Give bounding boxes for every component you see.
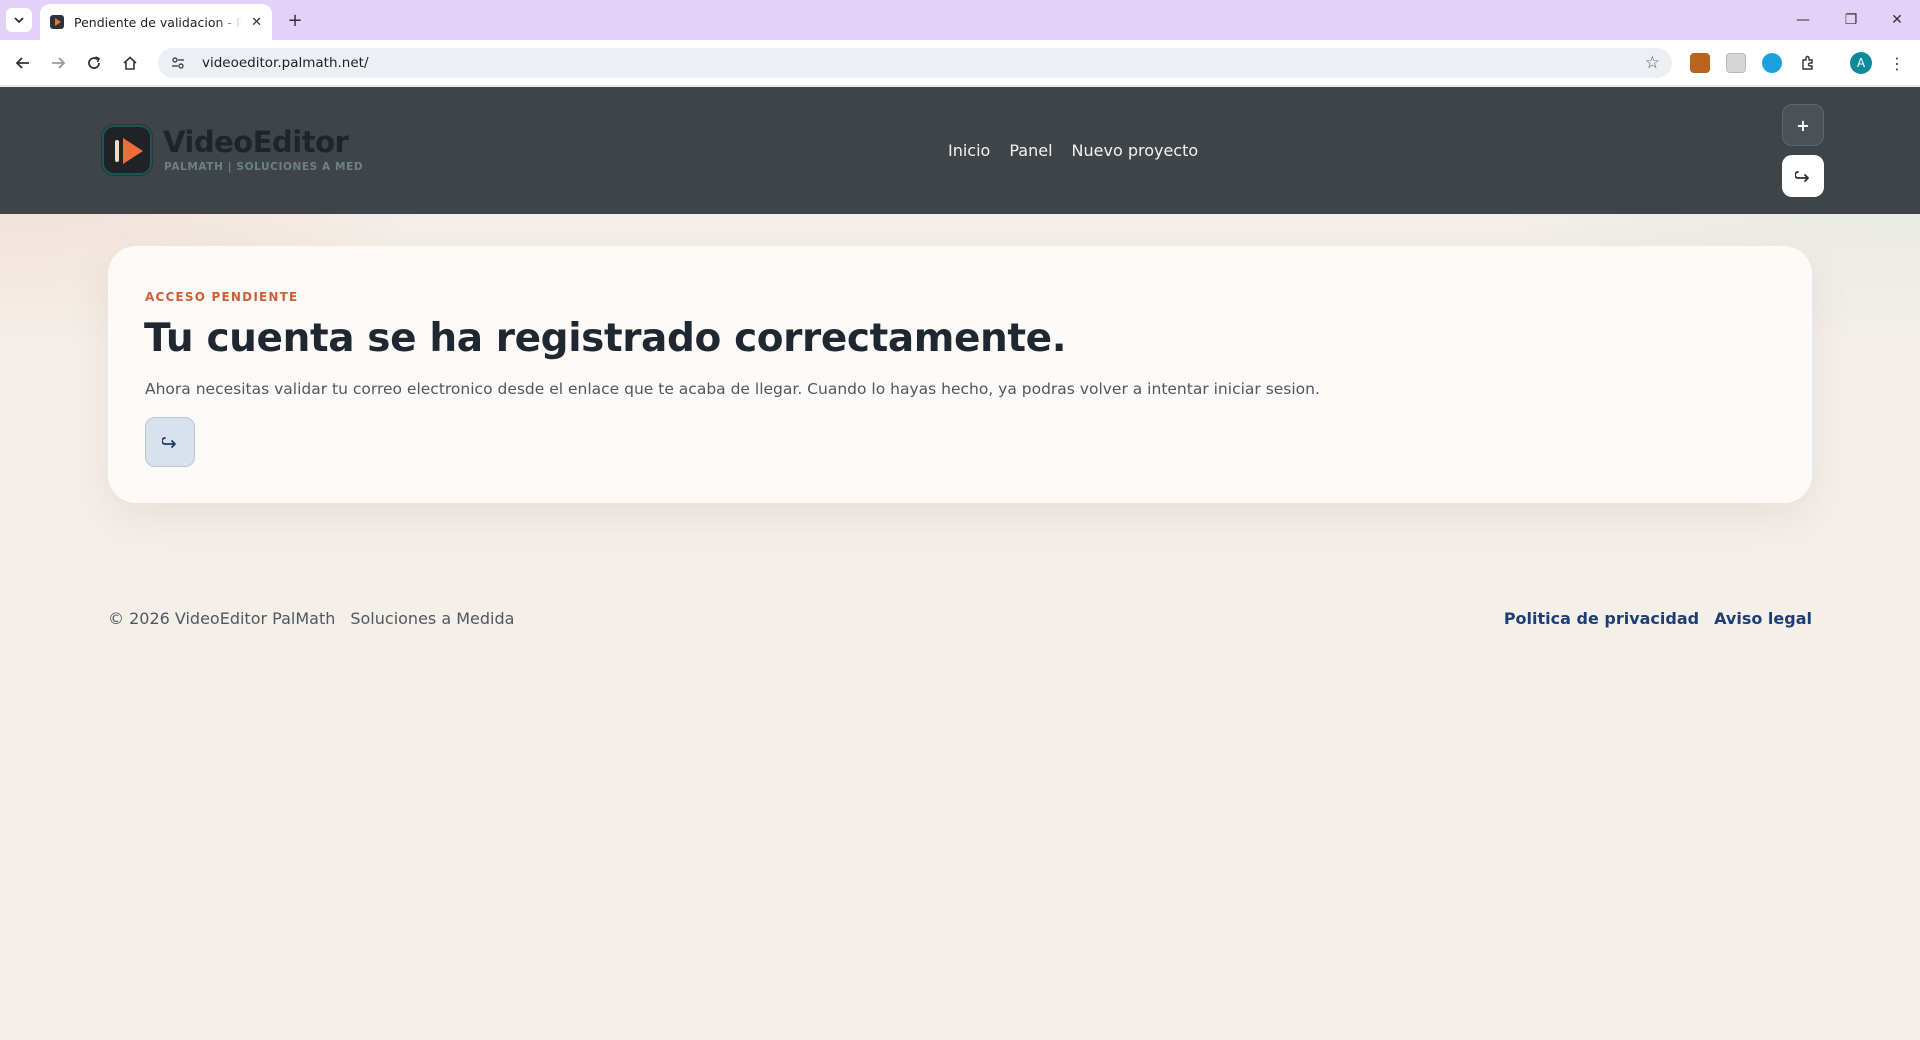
footer-links: Politica de privacidad Aviso legal: [1504, 609, 1812, 628]
login-arrow-icon: [1795, 171, 1809, 182]
arrow-right-icon: [52, 57, 66, 69]
reload-icon: [88, 56, 101, 69]
home-icon: [123, 56, 137, 70]
address-bar[interactable]: videoeditor.palmath.net/ ☆: [158, 48, 1672, 78]
site-favicon-icon: [50, 15, 64, 29]
plus-icon: +: [1796, 115, 1810, 135]
tab-title: Pendiente de validacion - PalMath: [74, 14, 242, 30]
url-text: videoeditor.palmath.net/: [202, 55, 369, 71]
card-description: Ahora necesitas validar tu correo electr…: [145, 380, 1320, 398]
pending-access-card: ACCESO PENDIENTE Tu cuenta se ha registr…: [108, 246, 1812, 503]
login-button[interactable]: [1782, 155, 1824, 197]
nav-nuevo-proyecto[interactable]: Nuevo proyecto: [1072, 141, 1199, 160]
profile-avatar[interactable]: A: [1850, 52, 1872, 74]
chevron-down-icon: [14, 17, 24, 24]
restore-button[interactable]: ❐: [1828, 0, 1874, 40]
back-button[interactable]: [9, 49, 37, 77]
close-window-button[interactable]: ✕: [1874, 0, 1920, 40]
login-arrow-icon: [162, 437, 176, 448]
main-nav: Inicio Panel Nuevo proyecto: [948, 141, 1198, 160]
legal-notice-link[interactable]: Aviso legal: [1714, 609, 1812, 628]
nav-inicio[interactable]: Inicio: [948, 141, 990, 160]
extension-2-icon[interactable]: [1726, 53, 1746, 73]
brand-subtitle: PALMATH | SOLUCIONES A MED: [164, 161, 364, 173]
home-button[interactable]: [116, 49, 144, 77]
browser-tab-bar: Pendiente de validacion - PalMath ✕ + — …: [0, 0, 1920, 40]
footer-left: © 2026 VideoEditor PalMath Soluciones a …: [108, 609, 514, 628]
forward-button[interactable]: [44, 49, 72, 77]
nav-panel[interactable]: Panel: [1009, 141, 1052, 160]
eyebrow-label: ACCESO PENDIENTE: [145, 290, 299, 304]
videoeditor-logo-icon[interactable]: [102, 125, 152, 175]
browser-menu-icon[interactable]: ⋮: [1886, 52, 1908, 74]
tab-close-icon[interactable]: ✕: [251, 15, 262, 30]
footer-tagline: Soluciones a Medida: [350, 609, 515, 628]
bookmark-star-icon[interactable]: ☆: [1645, 53, 1660, 73]
minimize-button[interactable]: —: [1780, 0, 1826, 40]
site-header: VideoEditor PALMATH | SOLUCIONES A MED I…: [0, 87, 1920, 214]
site-settings-icon[interactable]: [168, 53, 188, 73]
arrow-left-icon: [15, 57, 29, 69]
page-title: Tu cuenta se ha registrado correctamente…: [144, 316, 1067, 361]
reload-button[interactable]: [80, 49, 108, 77]
brand-name[interactable]: VideoEditor: [163, 125, 349, 159]
footer-copyright: © 2026 VideoEditor PalMath: [108, 609, 336, 628]
browser-toolbar: videoeditor.palmath.net/ ☆ A ⋮: [0, 40, 1920, 86]
download-extension-icon[interactable]: [1762, 53, 1782, 73]
tab-search-button[interactable]: [6, 8, 32, 32]
extensions-puzzle-icon[interactable]: [1794, 49, 1822, 77]
browser-tab-active[interactable]: Pendiente de validacion - PalMath ✕: [40, 4, 272, 40]
new-project-button[interactable]: +: [1782, 104, 1824, 146]
page: VideoEditor PALMATH | SOLUCIONES A MED I…: [0, 87, 1920, 1040]
privacy-policy-link[interactable]: Politica de privacidad: [1504, 609, 1699, 628]
new-tab-button[interactable]: +: [282, 7, 308, 33]
retry-login-button[interactable]: [145, 417, 195, 467]
extension-1-icon[interactable]: [1690, 53, 1710, 73]
